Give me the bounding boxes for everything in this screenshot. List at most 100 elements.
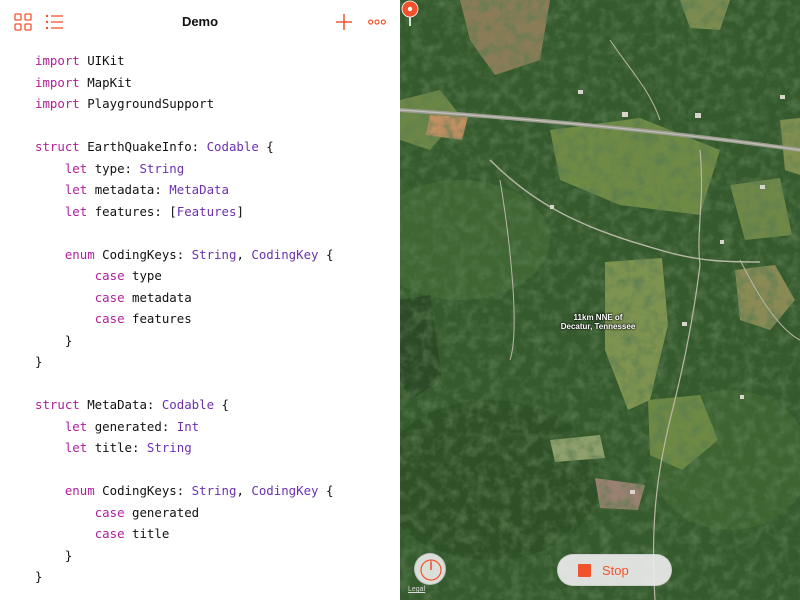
code-type: Codable	[206, 139, 259, 154]
code-text: }	[35, 354, 43, 369]
code-line[interactable]: enum CodingKeys: String, CodingKey {	[35, 244, 334, 266]
code-line[interactable]	[35, 222, 333, 244]
compass-icon	[420, 559, 442, 581]
code-keyword: case	[94, 526, 125, 541]
pin-label-line1: 11km NNE of	[573, 313, 623, 322]
code-text: title:	[87, 440, 147, 455]
code-line[interactable]: let metadata: MetaData	[35, 179, 333, 201]
code-text: UIKit	[79, 53, 125, 68]
code-type: String	[146, 440, 192, 455]
code-text: }	[35, 332, 73, 348]
code-line[interactable]: case type	[35, 265, 333, 287]
code-text: {	[258, 139, 274, 154]
code-text: }	[35, 569, 43, 584]
code-type: String	[191, 483, 237, 498]
code-line[interactable]: case features	[35, 308, 333, 330]
code-line[interactable]: let features: [Features]	[35, 201, 333, 223]
code-keyword: import	[35, 74, 80, 90]
code-type: CodingKey	[251, 483, 319, 498]
code-keyword: struct	[35, 397, 80, 412]
code-keyword: case	[94, 504, 125, 520]
code-line[interactable]: let type: String	[35, 158, 333, 180]
code-line[interactable]: }	[35, 351, 333, 373]
code-type: Codable	[161, 397, 215, 412]
pin-callout: 11km NNE of Decatur, Tennessee	[530, 313, 666, 331]
code-type: String	[139, 160, 185, 176]
more-icon[interactable]	[367, 12, 387, 32]
code-text: MetaData:	[79, 397, 162, 412]
code-line[interactable]: case generated	[35, 502, 333, 524]
code-text: title	[124, 526, 170, 541]
code-line[interactable]: let generated: Int	[35, 416, 333, 438]
code-text: {	[318, 483, 334, 498]
code-type: Int	[176, 418, 200, 434]
code-type: Features	[176, 203, 237, 219]
code-text: generated	[124, 504, 200, 520]
satellite-imagery	[400, 0, 800, 600]
code-editor[interactable]: import UIKit import MapKit import Playgrou…	[35, 50, 333, 588]
code-keyword: case	[94, 268, 125, 283]
plus-icon[interactable]	[334, 12, 354, 32]
code-line[interactable]: import UIKit	[35, 50, 333, 72]
code-text: ,	[236, 483, 252, 498]
map-pin-icon[interactable]	[400, 0, 420, 30]
stop-button[interactable]: Stop	[557, 554, 672, 586]
code-keyword: let	[64, 182, 88, 197]
code-text: EarthQuakeInfo:	[79, 139, 207, 154]
code-keyword: import	[35, 96, 80, 111]
code-line[interactable]: case metadata	[35, 287, 333, 309]
code-line[interactable]: case title	[35, 523, 333, 545]
code-text: type	[124, 268, 162, 283]
code-text: {	[318, 246, 334, 262]
code-line[interactable]: struct MetaData: Codable {	[35, 394, 333, 416]
code-keyword: let	[64, 160, 88, 176]
code-text: ]	[236, 203, 244, 219]
code-keyword: case	[94, 311, 125, 326]
code-type: String	[191, 246, 237, 262]
code-keyword: enum	[64, 246, 95, 262]
code-line[interactable]	[35, 459, 333, 481]
code-line[interactable]: enum CodingKeys: String, CodingKey {	[35, 480, 334, 502]
code-line[interactable]: }	[35, 330, 333, 352]
code-line[interactable]	[35, 373, 333, 395]
code-keyword: let	[64, 418, 88, 434]
code-line[interactable]: let title: String	[35, 437, 333, 459]
code-text: metadata	[124, 289, 192, 305]
code-text: MapKit	[79, 74, 132, 90]
editor-toolbar: Demo	[0, 0, 400, 44]
code-line[interactable]: import PlaygroundSupport	[35, 93, 333, 115]
code-text: features: [	[87, 203, 177, 219]
code-line[interactable]: }	[35, 545, 333, 567]
code-line[interactable]: }	[35, 566, 333, 588]
code-line[interactable]: import MapKit	[35, 72, 333, 94]
code-keyword: case	[94, 289, 125, 305]
code-keyword: let	[64, 440, 88, 455]
code-line[interactable]: struct EarthQuakeInfo: Codable {	[35, 136, 333, 158]
legal-link[interactable]: Legal	[408, 586, 425, 593]
live-view-map[interactable]: 11km NNE of Decatur, Tennessee Legal Sto…	[400, 0, 800, 600]
compass-button[interactable]	[414, 553, 446, 585]
code-text: CodingKeys:	[94, 483, 192, 498]
pin-label-line2: Decatur, Tennessee	[560, 322, 636, 331]
code-text: }	[35, 547, 73, 563]
code-text: generated:	[87, 418, 177, 434]
playground-editor: Demo import UIKit import MapKit import Pla…	[0, 0, 400, 600]
code-keyword: import	[35, 53, 80, 68]
code-text: {	[214, 397, 229, 412]
code-line[interactable]	[35, 115, 333, 137]
code-keyword: struct	[35, 139, 80, 154]
code-type: MetaData	[169, 182, 229, 197]
code-text: type:	[87, 160, 140, 176]
code-text: PlaygroundSupport	[79, 96, 215, 111]
code-keyword: let	[64, 203, 88, 219]
